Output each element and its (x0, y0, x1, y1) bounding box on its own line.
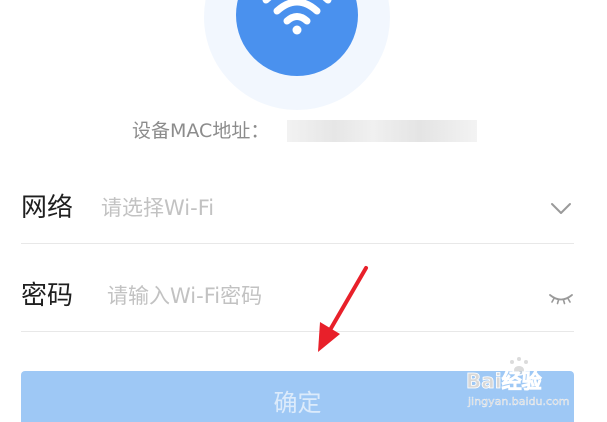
network-select-input[interactable] (101, 192, 521, 224)
watermark-url: jingyan.baidu.com (467, 395, 570, 408)
device-mac-row: 设备MAC地址： (0, 118, 607, 144)
device-mac-value-redacted (287, 120, 477, 142)
password-divider (21, 331, 574, 332)
wifi-config-screen: 设备MAC地址： 网络 密码 确定 (0, 0, 607, 422)
wifi-emblem (236, 0, 358, 76)
wifi-icon (262, 0, 332, 35)
password-label: 密码 (21, 281, 74, 311)
confirm-button-label: 确定 (273, 389, 322, 417)
network-divider (21, 243, 574, 244)
device-mac-label: 设备MAC地址： (132, 120, 270, 142)
eye-closed-icon[interactable] (547, 284, 575, 312)
chevron-down-icon[interactable] (547, 194, 575, 222)
password-input[interactable] (107, 280, 527, 312)
network-select-row[interactable]: 网络 (21, 180, 574, 240)
network-label: 网络 (21, 193, 74, 223)
watermark-text: Bai经验 jingyan.baidu.com (466, 369, 570, 409)
baidu-jingyan-watermark: Bai经验 jingyan.baidu.com (464, 356, 604, 412)
watermark-brand: Bai经验 (466, 369, 542, 393)
password-input-row[interactable]: 密码 (21, 268, 574, 328)
